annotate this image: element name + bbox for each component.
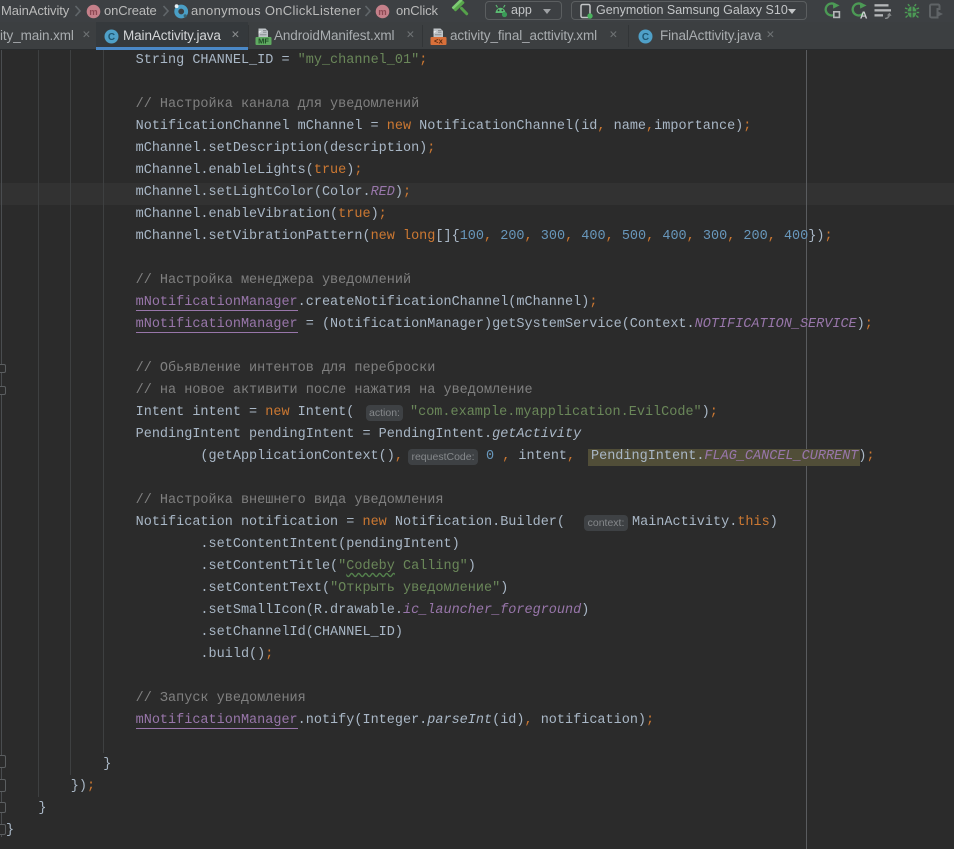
svg-text:A: A <box>860 10 868 21</box>
svg-text:C: C <box>108 32 115 43</box>
svg-text:C: C <box>642 32 649 43</box>
svg-text:m: m <box>378 7 386 18</box>
svg-text:<x: <x <box>434 39 444 47</box>
svg-text:m: m <box>89 7 97 18</box>
svg-text:MF: MF <box>258 37 269 46</box>
